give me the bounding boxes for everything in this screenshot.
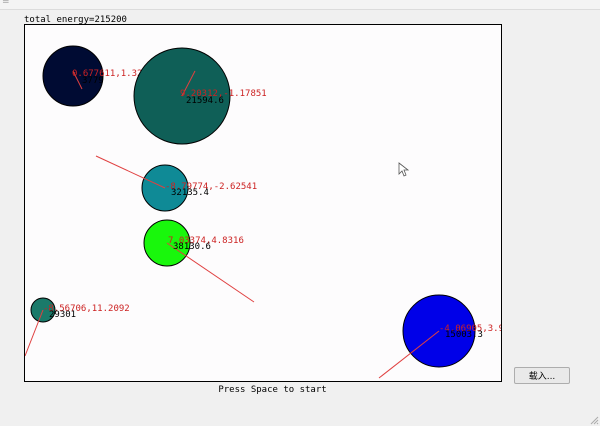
body-3: 7.03374,4.8316 38130.6 (143, 219, 255, 303)
simulation-svg: 0.677611,1.32033 3779 9.20312,-1.17851 2… (25, 45, 501, 379)
load-button[interactable]: 载入... (514, 367, 570, 384)
body-2: -8.79774,-2.62541 32135.4 (95, 155, 257, 212)
simulation-canvas[interactable]: 0.677611,1.32033 3779 9.20312,-1.17851 2… (24, 24, 502, 382)
resize-grip-icon[interactable] (589, 415, 599, 425)
body-1-mass-label: 21594.6 (186, 96, 224, 106)
body-5-mass-label: 15003.3 (445, 330, 483, 340)
body-0-mass-label: 3779 (82, 76, 104, 86)
body-3-mass-label: 38130.6 (173, 242, 211, 252)
body-4: -8.56706,11.2092 29301 (25, 297, 130, 357)
titlebar-glyph: = (2, 0, 10, 7)
body-5: -4.06905,3.938 15003.3 (378, 294, 501, 379)
body-4-mass-label: 29301 (49, 310, 76, 320)
body-1: 9.20312,-1.17851 21594.6 (133, 47, 267, 145)
window-titlebar: = (0, 0, 600, 10)
start-hint: Press Space to start (218, 385, 327, 395)
mouse-pointer-icon (398, 162, 410, 177)
body-2-mass-label: 32135.4 (171, 188, 209, 198)
